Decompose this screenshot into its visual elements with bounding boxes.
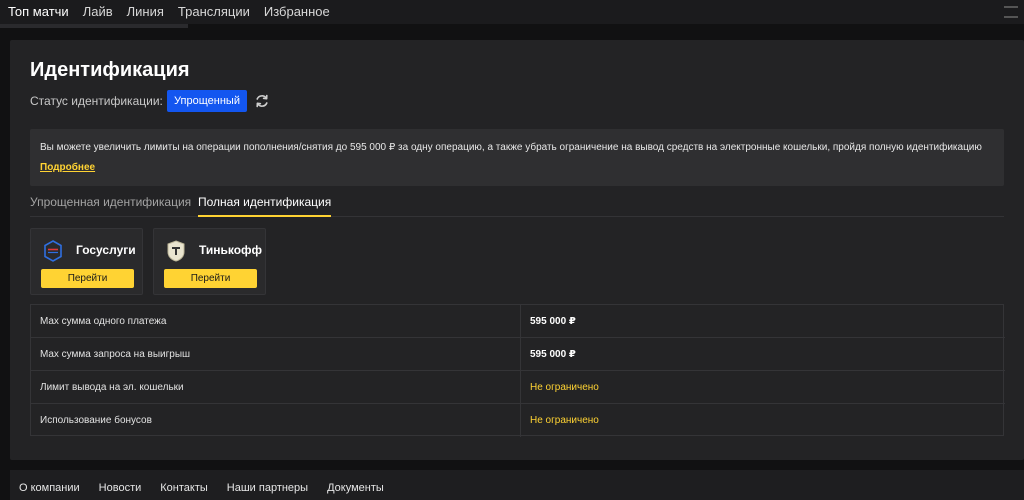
page-title: Идентификация — [30, 59, 190, 81]
nav-broadcasts[interactable]: Трансляции — [178, 4, 250, 19]
limit-value: Не ограничено — [530, 415, 599, 426]
nav-top-matches[interactable]: Топ матчи — [8, 4, 69, 19]
more-info-link[interactable]: Подробнее — [40, 162, 95, 173]
footer-links: О компании Новости Контакты Наши партнер… — [19, 482, 403, 494]
gosuslugi-go-button[interactable]: Перейти — [41, 269, 134, 288]
limits-table: Мax сумма одного платежа 595 000 ₽ Мax с… — [30, 304, 1005, 437]
table-row: Использование бонусов Не ограничено — [31, 404, 1005, 437]
provider-card-tinkoff: Тинькофф Перейти — [153, 228, 266, 295]
footer-link-news[interactable]: Новости — [99, 482, 142, 494]
nav-line[interactable]: Линия — [127, 4, 164, 19]
table-row: Мax сумма запроса на выигрыш 595 000 ₽ — [31, 338, 1005, 371]
tab-simplified[interactable]: Упрощенная идентификация — [30, 195, 191, 217]
menu-icon[interactable] — [1004, 6, 1018, 18]
column-divider — [520, 371, 521, 404]
limit-label: Мax сумма запроса на выигрыш — [40, 349, 191, 360]
limit-value: Не ограничено — [530, 382, 599, 393]
provider-card-gosuslugi: Госуслуги Перейти — [30, 228, 143, 295]
identification-card: Идентификация Статус идентификации: Упро… — [10, 40, 1024, 460]
footer: О компании Новости Контакты Наши партнер… — [10, 470, 1024, 500]
footer-link-about[interactable]: О компании — [19, 482, 80, 494]
top-navigation: Топ матчи Лайв Линия Трансляции Избранно… — [0, 0, 1024, 28]
footer-link-contacts[interactable]: Контакты — [160, 482, 208, 494]
table-row: Мax сумма одного платежа 595 000 ₽ — [31, 305, 1005, 338]
column-divider — [520, 338, 521, 371]
nav-live[interactable]: Лайв — [83, 4, 113, 19]
footer-link-documents[interactable]: Документы — [327, 482, 384, 494]
limit-label: Лимит вывода на эл. кошельки — [40, 382, 184, 393]
provider-name-gosuslugi: Госуслуги — [76, 243, 136, 257]
status-badge: Упрощенный — [167, 90, 247, 112]
tinkoff-logo-icon — [167, 240, 185, 262]
identification-tabs: Упрощенная идентификация Полная идентифи… — [30, 195, 1004, 217]
footer-link-partners[interactable]: Наши партнеры — [227, 482, 308, 494]
tinkoff-go-button[interactable]: Перейти — [164, 269, 257, 288]
limit-value: 595 000 ₽ — [530, 316, 576, 327]
limit-value: 595 000 ₽ — [530, 349, 576, 360]
nav-favorites[interactable]: Избранное — [264, 4, 330, 19]
refresh-icon[interactable] — [253, 92, 271, 110]
tab-full[interactable]: Полная идентификация — [198, 195, 332, 217]
info-notice: Вы можете увеличить лимиты на операции п… — [30, 129, 1004, 186]
limit-label: Мax сумма одного платежа — [40, 316, 167, 327]
status-label: Статус идентификации: — [30, 94, 163, 108]
top-nav-items: Топ матчи Лайв Линия Трансляции Избранно… — [8, 4, 344, 19]
table-row: Лимит вывода на эл. кошельки Не ограниче… — [31, 371, 1005, 404]
notice-text: Вы можете увеличить лимиты на операции п… — [40, 142, 982, 153]
column-divider — [520, 404, 521, 437]
column-divider — [520, 305, 521, 338]
provider-name-tinkoff: Тинькофф — [199, 243, 263, 257]
nav-active-indicator — [0, 24, 188, 28]
gosuslugi-logo-icon — [44, 240, 62, 262]
limit-label: Использование бонусов — [40, 415, 152, 426]
